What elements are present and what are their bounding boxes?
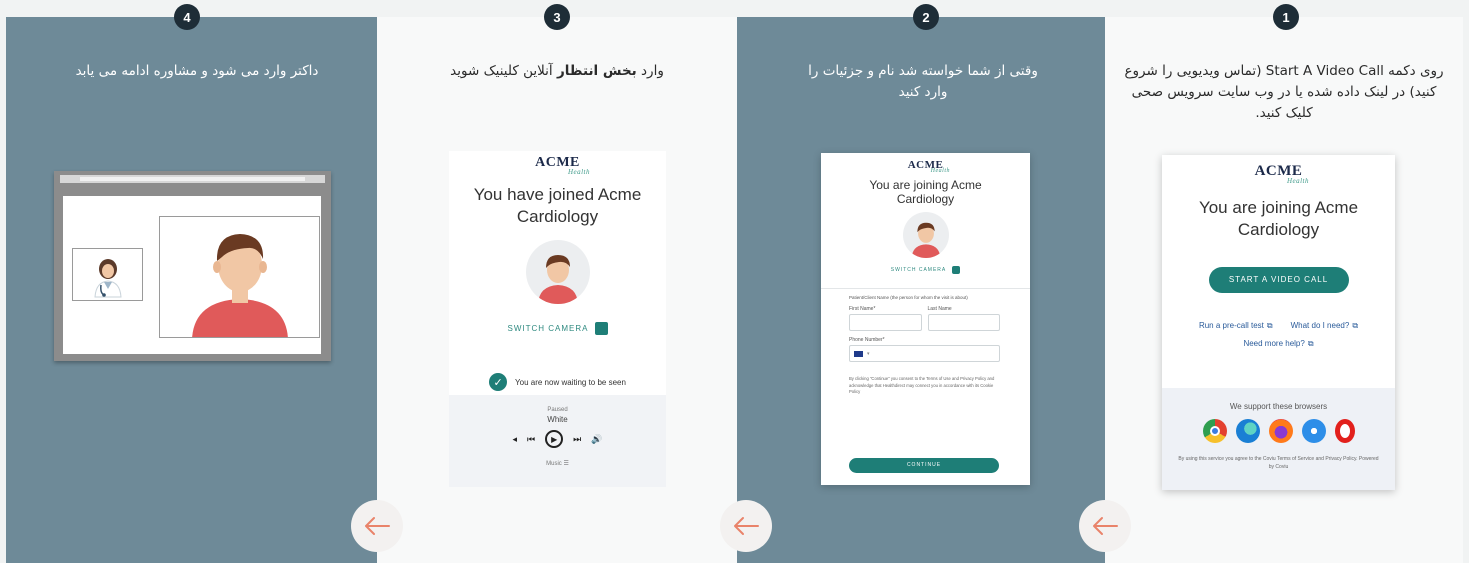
camera-icon — [594, 322, 608, 335]
chrome-icon — [1202, 419, 1227, 443]
volume-up-icon[interactable]: 🔊 — [591, 434, 602, 445]
joining-heading: You are joining Acme Cardiology — [869, 178, 982, 206]
step-arrow-3-to-4[interactable] — [351, 500, 403, 552]
more-help-row: Need more help? ⧉ — [1162, 339, 1395, 349]
step-4-text: داکتر وارد می شود و مشاوره ادامه می یابد — [75, 63, 319, 79]
switch-camera-button[interactable]: SWITCH CAMERA — [449, 322, 666, 335]
acme-logo: ACME Health — [1254, 163, 1309, 185]
waiting-area-highlight: بخش انتظار — [556, 63, 637, 79]
avatar-icon — [537, 255, 578, 304]
arrow-left-icon — [365, 517, 390, 535]
first-name-input[interactable] — [849, 314, 922, 331]
track-name: White — [547, 415, 568, 424]
what-do-i-need-link[interactable]: What do I need? ⧉ — [1291, 321, 1358, 331]
last-name-input[interactable] — [927, 314, 1000, 331]
step-4-panel: داکتر وارد می شود و مشاوره ادامه می یابد — [6, 17, 377, 563]
pre-call-test-link[interactable]: Run a pre-call test ⧉ — [1199, 321, 1273, 331]
step-4-badge: 4 — [174, 4, 200, 30]
arrow-left-icon — [1093, 517, 1118, 535]
doctor-thumbnail — [72, 248, 143, 301]
video-call-illustration — [54, 171, 331, 361]
external-link-icon: ⧉ — [1266, 321, 1273, 330]
call-window — [63, 196, 321, 354]
phone-input[interactable]: ▾ — [849, 345, 1000, 362]
firefox-icon — [1268, 419, 1293, 443]
start-video-call-button[interactable]: START A VIDEO CALL — [1208, 267, 1349, 293]
check-icon: ✓ — [489, 373, 508, 391]
step-2-badge: 2 — [913, 4, 939, 30]
waiting-status: ✓ You are now waiting to be seen — [449, 373, 666, 391]
patient-icon — [192, 234, 288, 337]
patient-video — [159, 216, 320, 338]
external-link-icon: ⧉ — [1307, 339, 1314, 348]
form-intro: Patient/Client Name (the person for whom… — [849, 295, 968, 300]
next-icon[interactable]: ⏭ — [573, 434, 581, 445]
step-1-text: روی دکمه Start A Video Call (تماس ویدیوی… — [1124, 63, 1444, 121]
start-call-card: ACME Health You are joining Acme Cardiol… — [1162, 155, 1395, 490]
joining-heading: You are joining Acme Cardiology — [1198, 198, 1359, 239]
avatar — [902, 212, 949, 258]
safari-icon — [1301, 419, 1326, 443]
joined-heading: You have joined Acme Cardiology — [473, 185, 642, 226]
acme-logo: ACME Health — [907, 159, 950, 174]
music-label: Music ☰ — [546, 461, 569, 467]
step-arrow-2-to-3[interactable] — [720, 500, 772, 552]
player-controls: ◂ ⏮ ▶ ⏭ 🔊 — [449, 430, 666, 448]
browser-support: We support these browsers By using this … — [1162, 388, 1395, 490]
help-links: Run a pre-call test ⧉ What do I need? ⧉ — [1162, 321, 1395, 331]
step-1-panel: روی دکمه Start A Video Call (تماس ویدیوی… — [1105, 17, 1463, 563]
avatar — [525, 240, 590, 304]
acme-logo: ACME Health — [535, 155, 590, 176]
player-status: Paused — [547, 407, 568, 413]
opera-icon — [1334, 419, 1355, 443]
arrow-left-icon — [734, 517, 759, 535]
step-3-text: وارد بخش انتظار آنلاین کلینیک شوید — [450, 63, 664, 79]
browser-bar — [60, 175, 325, 183]
step-3-panel: وارد بخش انتظار آنلاین کلینیک شوید ACME … — [377, 17, 737, 563]
onboarding-steps: داکتر وارد می شود و مشاوره ادامه می یابد — [0, 0, 1469, 563]
edge-icon — [1235, 419, 1260, 443]
step-arrow-1-to-2[interactable] — [1079, 500, 1131, 552]
step-2-panel: وقتی از شما خواسته شد نام و جزئیات را وا… — [737, 17, 1105, 563]
name-fields: First Name* Last Name — [821, 300, 1030, 331]
step-3-badge: 3 — [544, 4, 570, 30]
continue-button[interactable]: CONTINUE — [849, 458, 999, 473]
menu-icon[interactable]: ☰ — [563, 461, 568, 467]
step-2-text: وقتی از شما خواسته شد نام و جزئیات را وا… — [808, 63, 1038, 100]
need-more-help-link[interactable]: Need more help? ⧉ — [1243, 339, 1313, 349]
previous-icon[interactable]: ⏮ — [527, 434, 535, 445]
privacy-note: By clicking "Continue" you consent to th… — [849, 376, 995, 394]
chevron-down-icon[interactable]: ▾ — [867, 351, 870, 357]
external-link-icon: ⧉ — [1352, 321, 1359, 330]
switch-camera-button[interactable]: SWITCH CAMERA — [821, 266, 1030, 274]
flag-icon — [854, 350, 863, 357]
camera-icon — [952, 266, 961, 274]
doctor-icon — [94, 259, 122, 298]
terms-text: By using this service you agree to the C… — [1178, 456, 1379, 470]
volume-down-icon[interactable]: ◂ — [513, 434, 518, 445]
step-1-badge: 1 — [1273, 4, 1299, 30]
play-icon[interactable]: ▶ — [545, 430, 564, 448]
browser-icons — [1162, 419, 1395, 443]
waiting-room-card: ACME Health You have joined Acme Cardiol… — [449, 151, 666, 487]
music-player: Paused White ◂ ⏮ ▶ ⏭ 🔊 Music ☰ — [449, 395, 666, 487]
details-form-card: ACME Health You are joining Acme Cardiol… — [821, 153, 1030, 485]
avatar-icon — [911, 222, 940, 258]
